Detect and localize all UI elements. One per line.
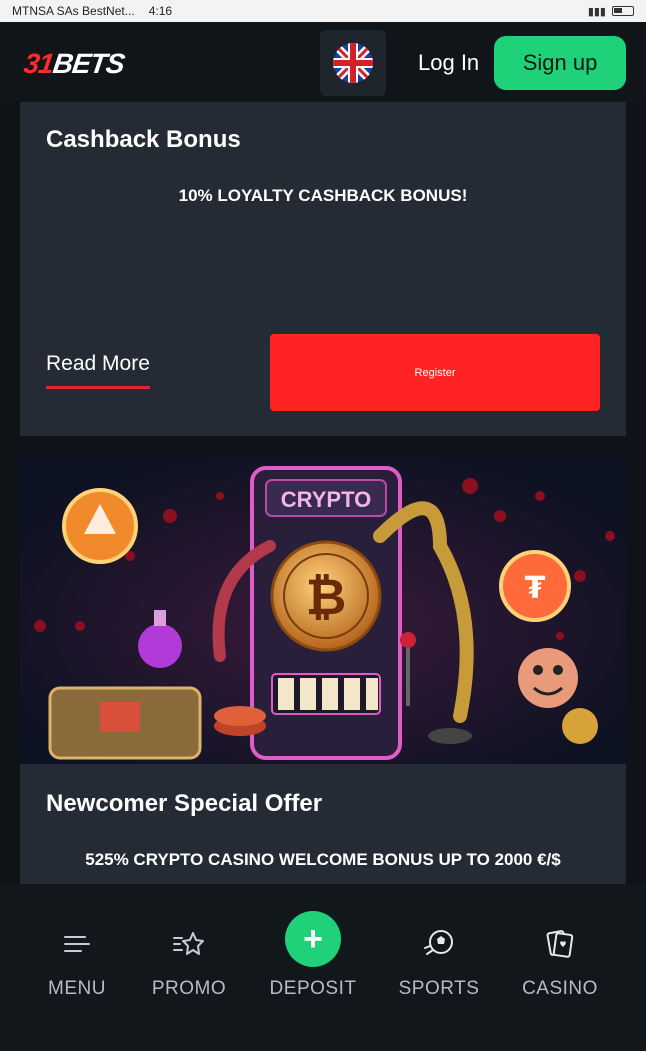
nav-promo[interactable]: PROMO [134, 924, 244, 1000]
nav-sports[interactable]: SPORTS [384, 924, 494, 1000]
promo-title: Newcomer Special Offer [46, 790, 323, 817]
signup-button[interactable]: Sign up [494, 36, 626, 90]
nav-menu[interactable]: MENU [22, 924, 132, 1000]
svg-text:₮: ₮ [525, 571, 546, 606]
promo-star-icon [172, 924, 206, 964]
cards-icon [545, 924, 575, 964]
banner-crypto-text: CRYPTO [281, 487, 371, 512]
soccer-ball-icon [423, 924, 455, 964]
top-header: 31BETS Log In Sign up [0, 22, 646, 102]
uk-flag-icon [333, 43, 373, 83]
carrier-name: MTNSA SAs BestNet... [12, 4, 135, 18]
signal-icon: ▮▮▮ [587, 5, 606, 18]
nav-casino[interactable]: CASINO [505, 924, 615, 1000]
bottom-navigation: MENU PROMO + DEPOSIT SPORTS CASINO [0, 884, 646, 1051]
banner-illustration: CRYPTO ₿ ₮ [20, 456, 626, 764]
promo-card-cashback: Cashback Bonus 10% LOYALTY CASHBACK BONU… [20, 102, 626, 436]
promo-title: Cashback Bonus [46, 126, 241, 153]
promo-subtitle: 525% CRYPTO CASINO WELCOME BONUS UP TO 2… [85, 850, 561, 869]
menu-icon [63, 924, 91, 964]
register-button[interactable]: Register [270, 334, 600, 411]
crypto-casino-banner[interactable]: CRYPTO ₿ ₮ [20, 456, 626, 764]
svg-text:₿: ₿ [306, 568, 347, 626]
status-bar: MTNSA SAs BestNet... 4:16 ▮▮▮ [0, 0, 646, 22]
nav-deposit[interactable]: + DEPOSIT [258, 911, 368, 1000]
site-logo[interactable]: 31BETS [22, 48, 126, 80]
plus-icon: + [285, 911, 341, 967]
language-selector-button[interactable] [320, 30, 386, 96]
login-button[interactable]: Log In [418, 50, 479, 76]
promo-subtitle: 10% LOYALTY CASHBACK BONUS! [178, 186, 468, 205]
read-more-link[interactable]: Read More [46, 352, 150, 389]
promo-card-newcomer: Newcomer Special Offer 525% CRYPTO CASIN… [20, 764, 626, 884]
battery-icon [612, 6, 634, 16]
status-time: 4:16 [148, 4, 173, 18]
